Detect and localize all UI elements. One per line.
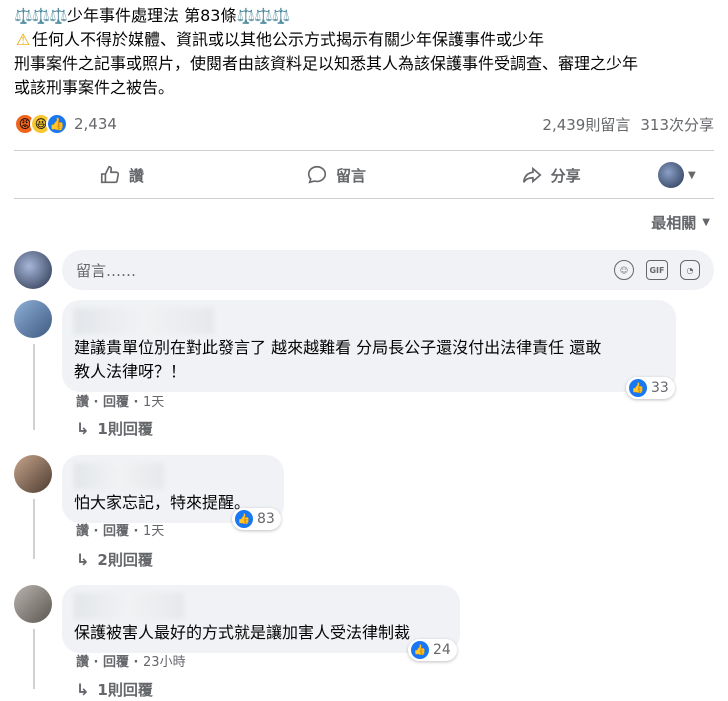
reply-arrow-icon: ↳ bbox=[76, 680, 90, 699]
emoji-icon[interactable]: ☺ bbox=[614, 260, 634, 280]
comment-like-link[interactable]: 讚 bbox=[76, 524, 89, 539]
share-button[interactable]: 分享 bbox=[443, 164, 658, 186]
comment-like-count[interactable]: 👍 83 bbox=[232, 508, 281, 530]
comment-meta: 讚 · 回覆 · 1天 bbox=[76, 524, 165, 539]
comment-sort-dropdown[interactable]: 最相關 ▼ bbox=[651, 212, 710, 233]
commenter-avatar[interactable] bbox=[14, 455, 52, 493]
comment-time[interactable]: 1天 bbox=[143, 524, 164, 539]
comment-text-line: 建議貴單位別在對此發言了 越來越難看 分局長公子還沒付出法律責任 還敢 bbox=[74, 338, 602, 357]
comment-item: 怕大家忘記，特來提醒。 👍 83 讚 · 回覆 · 1天 ↳ 2則回覆 bbox=[14, 455, 714, 575]
commenter-name-blurred[interactable] bbox=[74, 463, 164, 489]
like-icon: 👍 bbox=[411, 641, 429, 659]
comment-input-box[interactable]: 留言…… ☺ GIF ◔ bbox=[62, 250, 714, 290]
post-line-3: 或該刑事案件之被告。 bbox=[14, 78, 175, 97]
comment-bubble: 保護被害人最好的方式就是讓加害人受法律制裁 bbox=[62, 585, 460, 653]
comment-button[interactable]: 留言 bbox=[229, 164, 444, 186]
share-as-selector[interactable]: ▼ bbox=[658, 162, 714, 188]
page-avatar bbox=[658, 162, 685, 188]
thumbs-up-icon bbox=[100, 165, 119, 184]
like-reaction-icon: 👍 bbox=[46, 113, 68, 135]
like-count: 83 bbox=[257, 511, 275, 527]
sticker-icon[interactable]: ◔ bbox=[680, 260, 700, 280]
comment-text-line: 教人法律呀？！ bbox=[74, 362, 187, 381]
comment-count[interactable]: 2,439則留言 bbox=[542, 114, 630, 135]
comment-meta: 讚 · 回覆 · 1天 bbox=[76, 395, 165, 410]
commenter-name-blurred[interactable] bbox=[74, 593, 184, 619]
like-button-label: 讚 bbox=[128, 166, 144, 185]
divider bbox=[14, 150, 714, 151]
post-line-1: ⚠ 任何人不得於媒體、資訊或以其他公示方式揭示有關少年保護事件或少年 bbox=[14, 28, 714, 52]
comment-like-count[interactable]: 👍 24 bbox=[408, 639, 457, 661]
share-arrow-icon bbox=[522, 166, 542, 184]
comment-like-link[interactable]: 讚 bbox=[76, 655, 89, 670]
comment-reply-link[interactable]: 回覆 bbox=[103, 655, 129, 670]
like-count: 24 bbox=[433, 642, 451, 658]
commenter-name-blurred[interactable] bbox=[74, 308, 214, 334]
replies-count: 1則回覆 bbox=[97, 420, 153, 438]
scale-icon: ⚖️⚖️⚖️ bbox=[14, 7, 68, 25]
post-text-1: 任何人不得於媒體、資訊或以其他公示方式揭示有關少年保護事件或少年 bbox=[32, 30, 545, 49]
reactions-summary[interactable]: 😡 😆 👍 2,434 bbox=[14, 113, 117, 135]
user-avatar[interactable] bbox=[14, 251, 52, 289]
action-bar: 讚 留言 分享 ▼ bbox=[14, 152, 714, 198]
post-title-line: ⚖️⚖️⚖️少年事件處理法 第83條⚖️⚖️⚖️ bbox=[14, 4, 714, 28]
share-count[interactable]: 313次分享 bbox=[640, 114, 714, 135]
comment-bubble-icon bbox=[307, 165, 327, 184]
caret-down-icon: ▼ bbox=[702, 217, 710, 228]
like-icon: 👍 bbox=[235, 510, 253, 528]
view-replies-link[interactable]: ↳ 1則回覆 bbox=[76, 418, 153, 439]
caret-down-icon: ▼ bbox=[688, 169, 696, 181]
share-button-label: 分享 bbox=[550, 166, 581, 185]
replies-count: 2則回覆 bbox=[97, 551, 153, 569]
comment-meta: 讚 · 回覆 · 23小時 bbox=[76, 655, 186, 670]
thread-line bbox=[33, 344, 35, 430]
like-count: 33 bbox=[651, 380, 669, 396]
post-line-2: 刑事案件之記事或照片，使閱者由該資料足以知悉其人為該保護事件受調查、審理之少年 bbox=[14, 54, 639, 73]
comment-bubble: 建議貴單位別在對此發言了 越來越難看 分局長公子還沒付出法律責任 還敢 教人法律… bbox=[62, 300, 676, 392]
warning-icon: ⚠ bbox=[15, 30, 31, 49]
like-button[interactable]: 讚 bbox=[14, 164, 229, 186]
composer-tools: ☺ GIF ◔ bbox=[614, 260, 700, 280]
comment-time[interactable]: 23小時 bbox=[143, 655, 186, 670]
post-body: ⚖️⚖️⚖️少年事件處理法 第83條⚖️⚖️⚖️ ⚠ 任何人不得於媒體、資訊或以其… bbox=[14, 4, 714, 100]
divider bbox=[14, 198, 714, 199]
scale-icon: ⚖️⚖️⚖️ bbox=[236, 7, 290, 25]
reply-arrow-icon: ↳ bbox=[76, 550, 90, 569]
comment-item: 保護被害人最好的方式就是讓加害人受法律制裁 👍 24 讚 · 回覆 · 23小時… bbox=[14, 585, 714, 701]
comment-input[interactable]: 留言…… bbox=[76, 260, 614, 281]
replies-count: 1則回覆 bbox=[97, 681, 153, 699]
comment-reply-link[interactable]: 回覆 bbox=[103, 395, 129, 410]
commenter-avatar[interactable] bbox=[14, 585, 52, 623]
commenter-avatar[interactable] bbox=[14, 300, 52, 338]
thread-line bbox=[33, 629, 35, 689]
view-replies-link[interactable]: ↳ 1則回覆 bbox=[76, 679, 153, 700]
gif-icon[interactable]: GIF bbox=[646, 260, 668, 280]
post-stats: 😡 😆 👍 2,434 2,439則留言 313次分享 bbox=[14, 110, 714, 138]
thread-line bbox=[33, 499, 35, 559]
comment-composer: 留言…… ☺ GIF ◔ bbox=[14, 248, 714, 292]
comment-reply-link[interactable]: 回覆 bbox=[103, 524, 129, 539]
sort-label: 最相關 bbox=[651, 214, 697, 232]
comment-time[interactable]: 1天 bbox=[143, 395, 164, 410]
comment-like-count[interactable]: 👍 33 bbox=[626, 377, 675, 399]
comment-like-link[interactable]: 讚 bbox=[76, 395, 89, 410]
comment-button-label: 留言 bbox=[336, 166, 367, 185]
reply-arrow-icon: ↳ bbox=[76, 419, 90, 438]
reaction-count[interactable]: 2,434 bbox=[74, 115, 117, 133]
post-title: 少年事件處理法 第83條 bbox=[67, 6, 237, 25]
stats-right: 2,439則留言 313次分享 bbox=[542, 114, 714, 135]
comment-item: 建議貴單位別在對此發言了 越來越難看 分局長公子還沒付出法律責任 還敢 教人法律… bbox=[14, 300, 714, 445]
comment-text-line: 保護被害人最好的方式就是讓加害人受法律制裁 bbox=[74, 623, 411, 642]
like-icon: 👍 bbox=[629, 379, 647, 397]
view-replies-link[interactable]: ↳ 2則回覆 bbox=[76, 549, 153, 570]
